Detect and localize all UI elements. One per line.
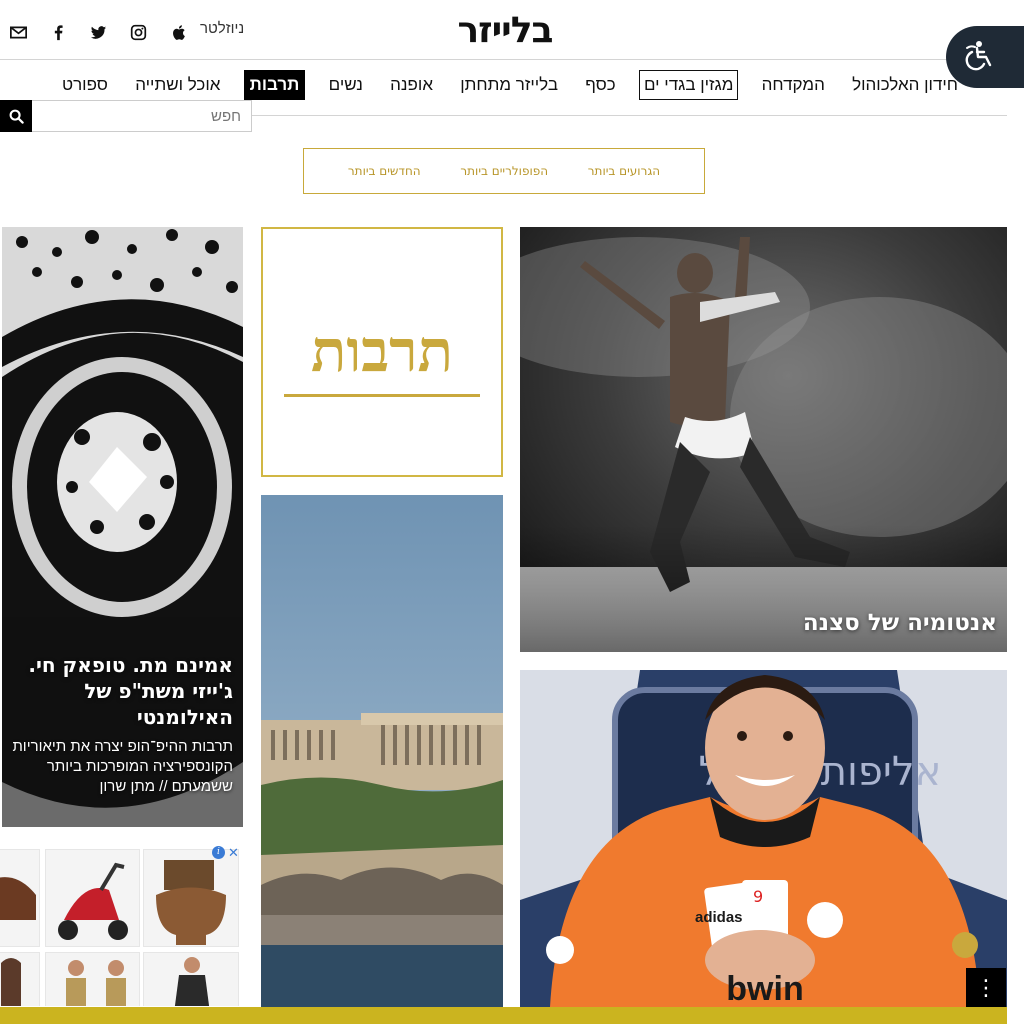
- article-image-island: [261, 495, 503, 1007]
- mail-icon[interactable]: [6, 20, 30, 44]
- category-title: תרבות: [310, 316, 454, 385]
- apple-icon[interactable]: [166, 20, 190, 44]
- nav-divider: [252, 115, 1007, 116]
- article-card-conspiracy[interactable]: אמינם מת. טופאק חי. ג'ייזי משת"פ של האיל…: [2, 227, 243, 827]
- nav-item-sport[interactable]: ספורט: [58, 70, 112, 100]
- search-icon: [9, 109, 24, 124]
- search-bar: [0, 100, 252, 132]
- ad-item-scooter[interactable]: [45, 849, 140, 947]
- category-header: תרבות: [261, 227, 503, 477]
- ad-item-swimsuit[interactable]: [45, 952, 140, 1006]
- header-divider: [0, 59, 1007, 60]
- bottom-bar: [0, 1007, 1007, 1024]
- ad-item-jacket[interactable]: [0, 952, 40, 1006]
- sort-worst[interactable]: הגרועים ביותר: [588, 164, 660, 178]
- article-title[interactable]: אמינם מת. טופאק חי. ג'ייזי משת"פ של האיל…: [8, 652, 233, 730]
- newsletter-link[interactable]: ניוזלטר: [200, 20, 244, 37]
- sort-newest[interactable]: החדשים ביותר: [348, 164, 421, 178]
- article-card-prison[interactable]: [261, 495, 503, 1007]
- article-subtitle: תרבות ההיפ־הופ יצרה את תיאוריות הקונספיר…: [12, 738, 233, 795]
- ad-item-toilet[interactable]: [143, 849, 239, 947]
- ad-close-icon[interactable]: ✕: [228, 846, 239, 861]
- ad-item-shoes[interactable]: [0, 849, 40, 947]
- shirt-sponsor: bwin: [726, 970, 803, 1007]
- nav-item-fashion[interactable]: אופנה: [386, 70, 437, 100]
- twitter-icon[interactable]: [86, 20, 110, 44]
- nav-item-wedding[interactable]: בלייזר מתחתן: [456, 70, 562, 100]
- ad-info-icon[interactable]: i: [212, 846, 225, 859]
- article-image-poker-player: אליפות ישראל 9 adidas bwin: [520, 670, 1007, 1007]
- instagram-icon[interactable]: [126, 20, 150, 44]
- nav-item-food[interactable]: אוכל ושתייה: [131, 70, 224, 100]
- nav-item-swimwear[interactable]: מגזין בגדי ים: [638, 70, 739, 100]
- svg-text:9: 9: [753, 887, 763, 906]
- shirt-brand: adidas: [695, 909, 743, 926]
- nav-item-women[interactable]: נשים: [325, 70, 367, 100]
- nav-item-money[interactable]: כסף: [581, 70, 620, 100]
- category-underline: [284, 393, 480, 397]
- wheelchair-icon: [965, 41, 992, 71]
- search-button[interactable]: [0, 100, 32, 132]
- sort-tabs: החדשים ביותר הפופולריים ביותר הגרועים בי…: [303, 148, 705, 194]
- main-nav: ספורט אוכל ושתייה תרבות נשים אופנה בלייז…: [58, 68, 962, 102]
- site-logo[interactable]: בלייזר: [444, 12, 566, 50]
- social-links: [6, 20, 206, 44]
- article-title[interactable]: אנטומיה של סצנה: [803, 610, 997, 636]
- nav-item-drill[interactable]: המקדחה: [758, 70, 829, 100]
- search-input[interactable]: [32, 100, 252, 132]
- facebook-icon[interactable]: [46, 20, 70, 44]
- article-card-poker[interactable]: אליפות ישראל 9 adidas bwin: [520, 670, 1007, 1007]
- article-image-dancer: [520, 227, 1007, 652]
- advertisement[interactable]: i ✕: [0, 846, 243, 1006]
- more-options-button[interactable]: ⋮: [966, 968, 1006, 1008]
- nav-item-culture[interactable]: תרבות: [243, 70, 306, 100]
- article-card-stage[interactable]: אנטומיה של סצנה: [520, 227, 1007, 652]
- ad-item-dress[interactable]: [143, 952, 239, 1006]
- sort-popular[interactable]: הפופולריים ביותר: [460, 164, 548, 178]
- nav-item-alcohol-quiz[interactable]: חידון האלכוהול: [848, 70, 962, 100]
